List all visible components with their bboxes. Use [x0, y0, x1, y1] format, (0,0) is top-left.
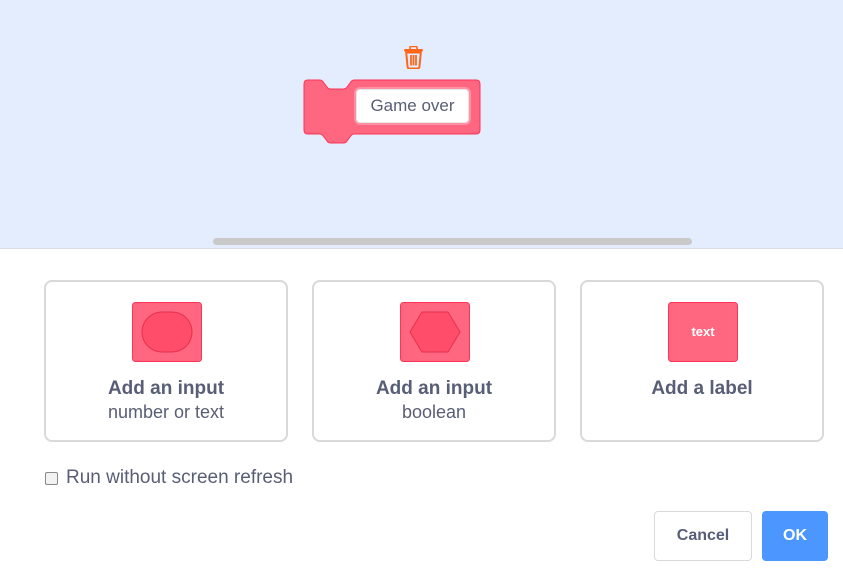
option-title: Add a label	[651, 378, 753, 399]
run-without-refresh-checkbox[interactable]	[45, 471, 58, 485]
cancel-button[interactable]: Cancel	[654, 511, 752, 561]
label-icon-text: text	[691, 324, 715, 339]
number-text-input-icon	[132, 302, 202, 362]
option-subtitle: number or text	[107, 402, 225, 422]
block-name-input[interactable]: Game over	[356, 89, 469, 123]
option-title: Add an input	[375, 378, 493, 399]
horizontal-scrollbar[interactable]	[213, 238, 692, 245]
trash-icon[interactable]	[403, 46, 424, 69]
boolean-input-icon	[400, 302, 470, 362]
block-preview-area: Game over	[0, 0, 843, 249]
add-input-boolean-button[interactable]: Add an input boolean	[312, 280, 556, 442]
ok-button[interactable]: OK	[762, 511, 828, 561]
run-without-refresh-label[interactable]: Run without screen refresh	[66, 467, 293, 489]
option-title: Add an input	[107, 378, 225, 399]
label-icon: text	[668, 302, 738, 362]
run-without-refresh-row[interactable]: Run without screen refresh	[45, 466, 293, 490]
option-subtitle: boolean	[401, 402, 467, 422]
add-label-button[interactable]: text Add a label	[580, 280, 824, 442]
add-input-number-text-button[interactable]: Add an input number or text	[44, 280, 288, 442]
